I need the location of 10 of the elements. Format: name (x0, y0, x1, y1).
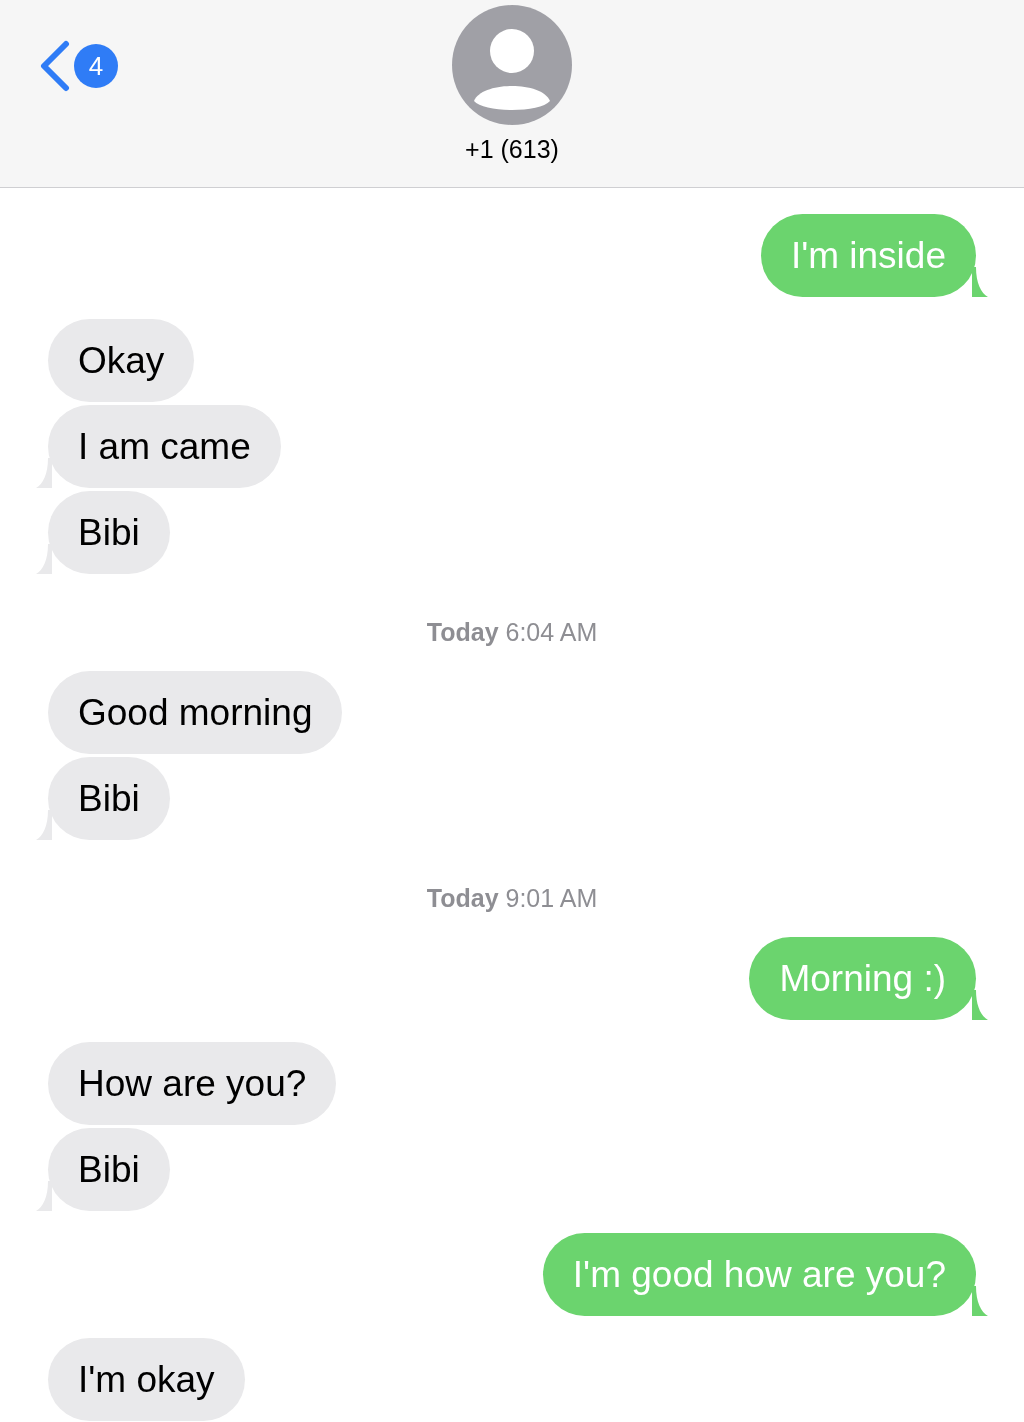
received-message-bubble: Okay (48, 319, 195, 402)
unread-count-badge: 4 (74, 44, 118, 88)
back-icon[interactable] (38, 40, 70, 92)
received-message-bubble: Good morning (48, 671, 343, 754)
received-message-bubble: I'm okay (48, 1338, 245, 1421)
timestamp: Today 9:01 AM (425, 884, 599, 913)
received-message-bubble: How are you? (48, 1042, 337, 1125)
avatar-icon[interactable] (452, 5, 572, 125)
contact-number[interactable]: +1 (613) (465, 135, 559, 164)
timestamp: Today 6:04 AM (425, 618, 599, 647)
